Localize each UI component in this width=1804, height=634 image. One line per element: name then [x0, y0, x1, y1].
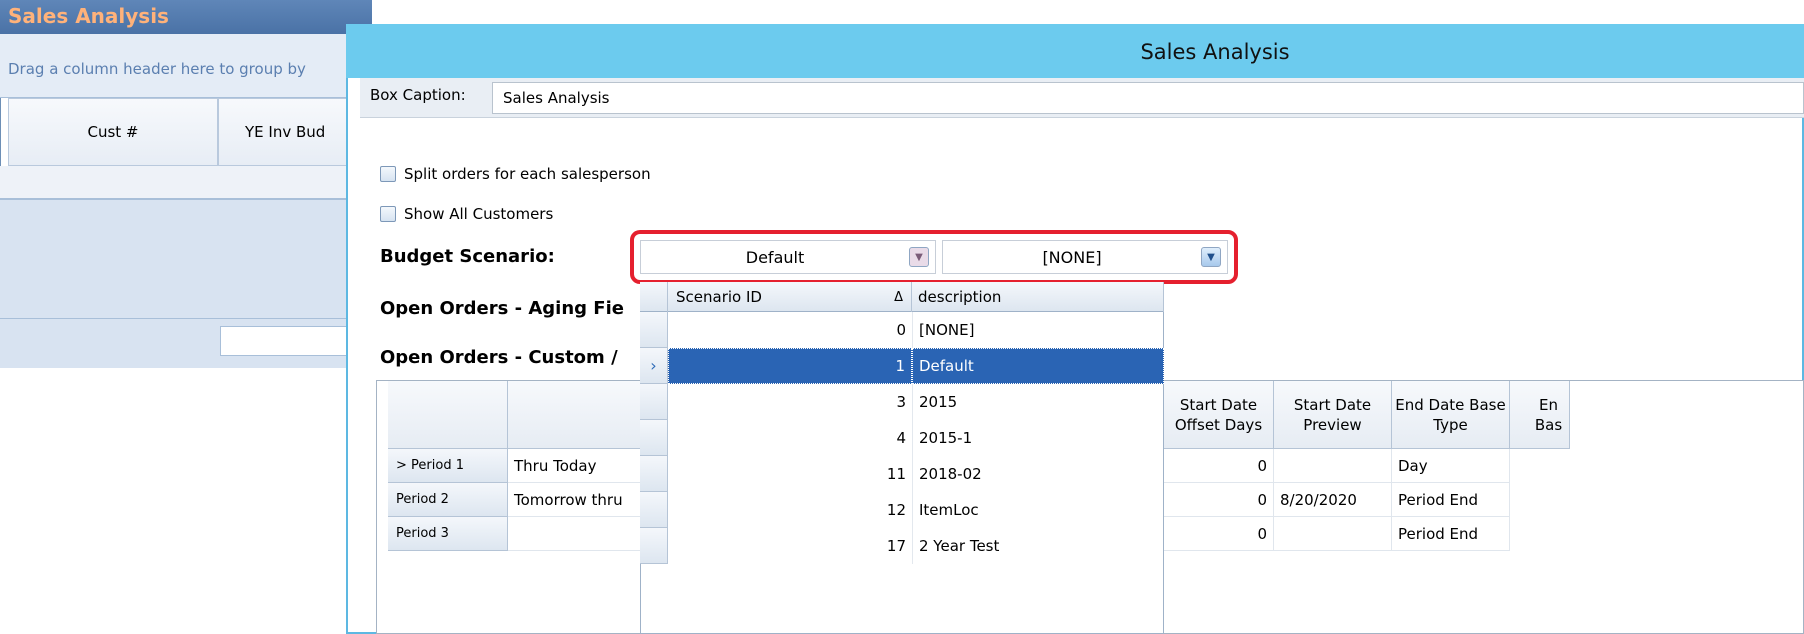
dropdown-row-indicator — [640, 528, 668, 564]
grid-cell-preview[interactable]: 8/20/2020 — [1274, 483, 1392, 517]
grid-row-name: Period 1 — [411, 458, 464, 473]
grid-cell-offset[interactable]: 0 — [1164, 483, 1274, 517]
grid-row-header[interactable]: Period 2 — [388, 483, 508, 517]
grid-row-header[interactable]: Period 3 — [388, 517, 508, 551]
budget-scenario-combo[interactable]: Default ▼ — [640, 240, 936, 274]
budget-scenario-compare-combo[interactable]: [NONE] ▼ — [942, 240, 1228, 274]
box-caption-input[interactable] — [492, 82, 1804, 114]
grid-cell-period[interactable] — [508, 517, 642, 551]
dropdown-cell-scenario-id[interactable]: 17 — [668, 528, 912, 564]
dropdown-cell-scenario-id[interactable]: 12 — [668, 492, 912, 528]
grid-body — [0, 200, 372, 318]
dropdown-row-indicator — [640, 492, 668, 528]
dropdown-cell-scenario-id[interactable]: 11 — [668, 456, 912, 492]
back-window-title: Sales Analysis — [0, 0, 372, 34]
grid-cell-end-base[interactable]: Period End — [1392, 483, 1510, 517]
dropdown-cell-description[interactable]: 2 Year Test — [912, 528, 1164, 564]
grid-cell-offset[interactable]: 0 — [1164, 517, 1274, 551]
dropdown-cell-description[interactable]: 2015 — [912, 384, 1164, 420]
dropdown-cell-description[interactable]: [NONE] — [912, 312, 1164, 348]
dropdown-cell-scenario-id[interactable]: 1 — [668, 348, 912, 384]
dropdown-cell-description[interactable]: 2015-1 — [912, 420, 1164, 456]
dropdown-row-indicator — [640, 420, 668, 456]
grid-cell-preview[interactable] — [1274, 517, 1392, 551]
grid-header-indicator — [388, 381, 508, 449]
grid-cell-period[interactable]: Tomorrow thru — [508, 483, 642, 517]
dropdown-row-indicator — [640, 312, 668, 348]
current-row-marker: > — [396, 458, 407, 473]
dropdown-row-indicator — [640, 456, 668, 492]
split-orders-checkbox[interactable] — [380, 166, 396, 182]
dropdown-cell-description[interactable]: 2018-02 — [912, 456, 1164, 492]
budget-scenario-combo-value: Default — [745, 247, 805, 267]
dropdown-cell-scenario-id[interactable]: 3 — [668, 384, 912, 420]
sort-ascending-icon: Δ — [894, 289, 903, 305]
selected-row-indicator: › — [640, 348, 668, 384]
dropdown-row-indicator — [640, 384, 668, 420]
dropdown-cell-description[interactable]: Default — [912, 348, 1164, 384]
front-window-titlebar: Sales Analysis — [346, 24, 1804, 78]
open-orders-aging-label: Open Orders - Aging Fie — [380, 298, 624, 319]
grid-row-name: Period 2 — [396, 492, 449, 507]
front-window-title: Sales Analysis — [1140, 40, 1290, 64]
chevron-down-icon[interactable]: ▼ — [1201, 247, 1221, 267]
dropdown-header-indicator — [640, 282, 668, 312]
scenario-id-header-label: Scenario ID — [676, 288, 762, 306]
chevron-down-icon[interactable]: ▼ — [909, 247, 929, 267]
grid-cell-offset[interactable]: 0 — [1164, 449, 1274, 483]
dropdown-header-description[interactable]: description — [912, 282, 1164, 312]
dropdown-header-scenario-id[interactable]: Scenario ID Δ — [668, 282, 912, 312]
grid-cell-preview[interactable] — [1274, 449, 1392, 483]
show-all-customers-checkbox[interactable] — [380, 206, 396, 222]
dropdown-cell-scenario-id[interactable]: 0 — [668, 312, 912, 348]
filter-row[interactable] — [0, 166, 372, 200]
dropdown-cell-scenario-id[interactable]: 4 — [668, 420, 912, 456]
grid-row-name: Period 3 — [396, 526, 449, 541]
grid-cell-end-base[interactable]: Day — [1392, 449, 1510, 483]
group-by-panel[interactable]: Drag a column header here to group by — [0, 34, 372, 98]
dropdown-cell-description[interactable]: ItemLoc — [912, 492, 1164, 528]
budget-scenario-compare-combo-value: [NONE] — [1042, 247, 1102, 267]
grid-header-end-base[interactable]: End Date Base Type — [1392, 381, 1510, 449]
grid-row-header[interactable]: > Period 1 — [388, 449, 508, 483]
grid-cell-period[interactable]: Thru Today — [508, 449, 642, 483]
box-caption-label: Box Caption: — [370, 86, 466, 104]
budget-scenario-label: Budget Scenario: — [380, 246, 555, 267]
open-orders-custom-label: Open Orders - Custom / — [380, 347, 618, 368]
column-header-cust[interactable]: Cust # — [8, 98, 218, 166]
show-all-customers-label: Show All Customers — [404, 205, 554, 223]
split-orders-option[interactable]: Split orders for each salesperson — [380, 162, 651, 186]
show-all-customers-option[interactable]: Show All Customers — [380, 202, 553, 226]
grid-header-start-preview[interactable]: Start Date Preview — [1274, 381, 1392, 449]
grid-cell-end-base[interactable]: Period End — [1392, 517, 1510, 551]
grid-header-start-offset[interactable]: Start Date Offset Days — [1164, 381, 1274, 449]
split-orders-label: Split orders for each salesperson — [404, 165, 651, 183]
grid-header-end-partial[interactable]: En Bas — [1510, 381, 1570, 449]
